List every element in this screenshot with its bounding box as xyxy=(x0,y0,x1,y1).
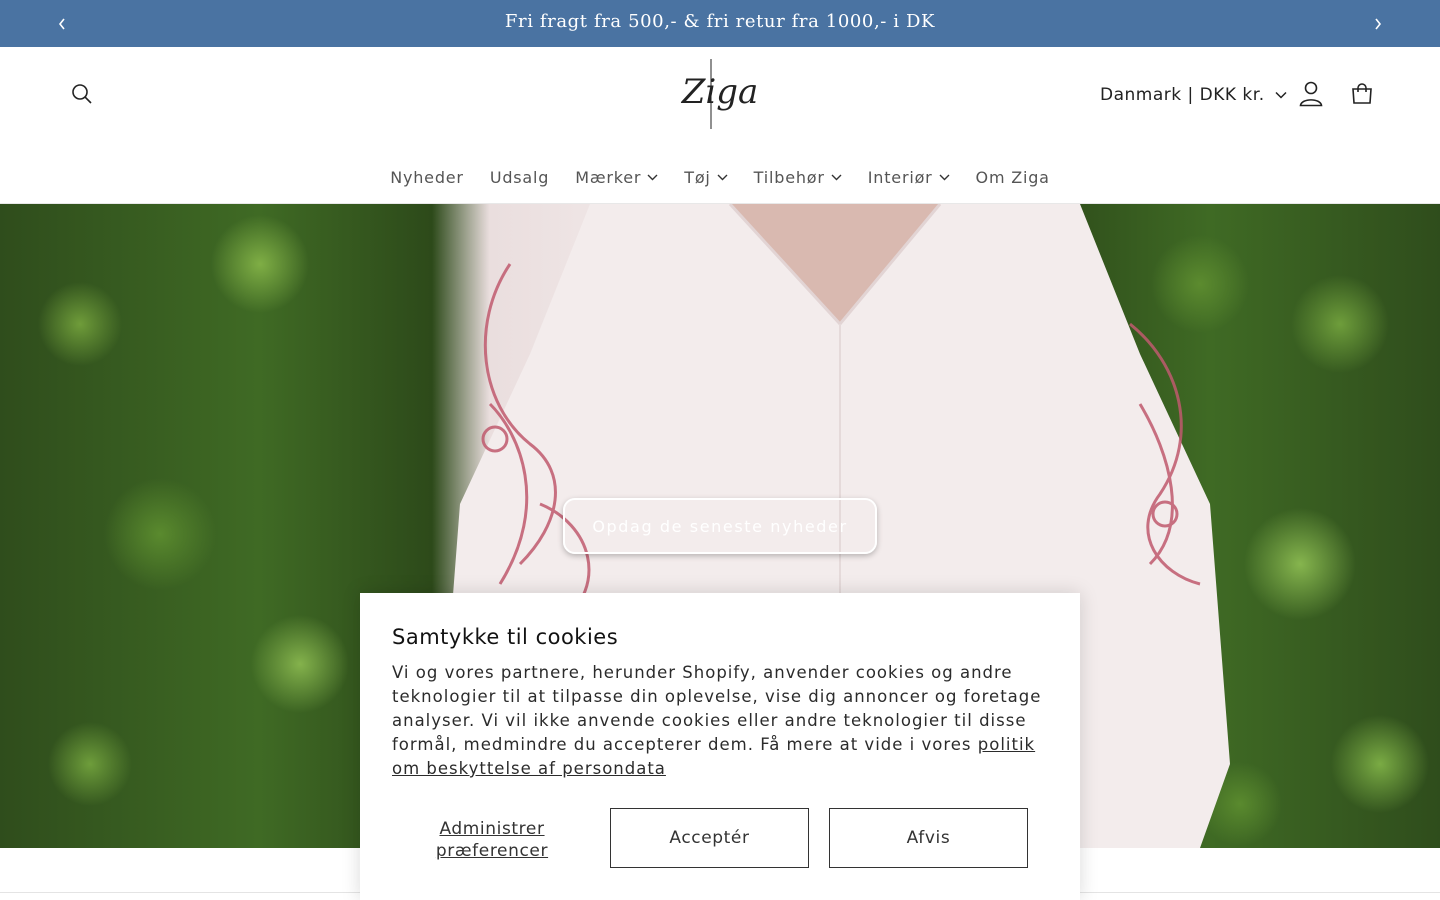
nav-item-label: Interiør xyxy=(867,167,933,187)
cookie-body-text: Vi og vores partnere, herunder Shopify, … xyxy=(392,663,1042,754)
manage-label-line1: Administrer xyxy=(439,819,545,839)
nav-item-maerker[interactable]: Mærker xyxy=(562,165,671,189)
cookie-title: Samtykke til cookies xyxy=(392,625,619,649)
chevron-down-icon xyxy=(647,174,658,181)
site-header: Ziga Danmark | DKK kr. Nyheder Udsalg Mæ… xyxy=(0,47,1440,204)
account-button[interactable] xyxy=(1295,78,1327,110)
accept-cookies-button[interactable]: Acceptér xyxy=(610,808,809,868)
discover-news-button[interactable]: Opdag de seneste nyheder xyxy=(563,498,877,554)
manage-label-line2: præferencer xyxy=(435,841,549,861)
nav-item-udsalg[interactable]: Udsalg xyxy=(477,165,562,189)
nav-item-label: Tøj xyxy=(684,167,711,187)
user-icon xyxy=(1299,81,1323,107)
cookie-consent-banner: Samtykke til cookies Vi og vores partner… xyxy=(360,593,1080,900)
chevron-down-icon xyxy=(717,174,728,181)
nav-item-interior[interactable]: Interiør xyxy=(855,165,963,189)
manage-preferences-link[interactable]: Administrer præferencer xyxy=(392,818,592,862)
announcement-text: Fri fragt fra 500,- & fri retur fra 1000… xyxy=(504,11,936,32)
cart-button[interactable] xyxy=(1346,78,1378,110)
site-logo[interactable]: Ziga xyxy=(670,57,770,133)
nav-item-toj[interactable]: Tøj xyxy=(671,165,740,189)
announcement-next-button[interactable] xyxy=(1366,12,1390,36)
search-icon xyxy=(72,84,92,104)
nav-item-label: Tilbehør xyxy=(753,167,825,187)
chevron-down-icon xyxy=(831,174,842,181)
nav-item-om-ziga[interactable]: Om Ziga xyxy=(963,165,1063,189)
decline-cookies-button[interactable]: Afvis xyxy=(829,808,1028,868)
chevron-down-icon xyxy=(939,174,950,181)
shopping-bag-icon xyxy=(1352,83,1372,104)
announcement-bar: Fri fragt fra 500,- & fri retur fra 1000… xyxy=(0,0,1440,47)
nav-item-label: Nyheder xyxy=(390,167,464,187)
locale-label: Danmark | DKK kr. xyxy=(1100,85,1265,105)
chevron-right-icon xyxy=(1375,18,1382,30)
chevron-down-icon xyxy=(1275,91,1287,99)
cookie-actions: Administrer præferencer Acceptér Afvis xyxy=(392,808,1048,868)
cookie-description: Vi og vores partnere, herunder Shopify, … xyxy=(392,661,1048,781)
locale-selector[interactable]: Danmark | DKK kr. xyxy=(1100,83,1287,107)
nav-item-label: Udsalg xyxy=(489,167,550,187)
nav-item-nyheder[interactable]: Nyheder xyxy=(377,165,477,189)
main-navigation: Nyheder Udsalg Mærker Tøj Tilbehør Inter… xyxy=(0,165,1440,189)
ziga-logo: Ziga xyxy=(681,59,759,129)
nav-item-tilbehor[interactable]: Tilbehør xyxy=(741,165,855,189)
nav-item-label: Om Ziga xyxy=(975,167,1050,187)
nav-item-label: Mærker xyxy=(575,167,642,187)
search-button[interactable] xyxy=(66,78,98,110)
svg-text:Ziga: Ziga xyxy=(681,72,759,112)
